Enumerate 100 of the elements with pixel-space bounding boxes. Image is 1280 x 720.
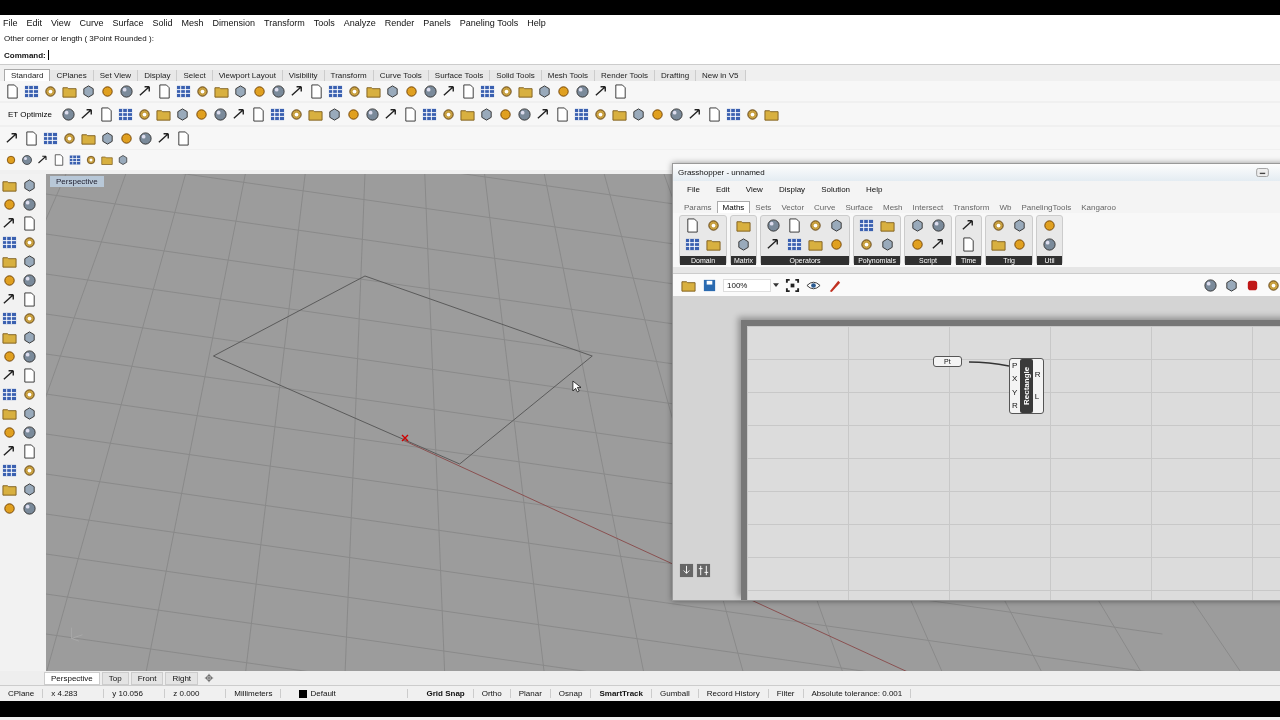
grid-icon[interactable] — [2, 311, 17, 326]
add-viewport-icon[interactable] — [204, 673, 215, 683]
ribbon-tab[interactable]: Curve — [809, 202, 841, 213]
viewport-tab[interactable]: Top — [101, 671, 129, 685]
menu-item[interactable]: Curve — [79, 17, 104, 28]
document-icon[interactable] — [22, 444, 37, 459]
menu-item[interactable]: Paneling Tools — [459, 17, 519, 28]
status-toggle[interactable]: SmartTrack — [591, 689, 653, 698]
menu-item[interactable]: Mesh — [181, 17, 204, 28]
layer-color-swatch[interactable] — [299, 689, 308, 698]
menu-item[interactable]: Help — [866, 185, 883, 194]
menu-item[interactable]: Surface — [112, 17, 144, 28]
viewport-tab[interactable]: Front — [130, 671, 164, 685]
ribbon-tab[interactable]: Params — [679, 202, 717, 213]
status-toggle[interactable]: Record History — [698, 689, 769, 698]
viewport-tab[interactable]: Perspective — [44, 671, 100, 685]
ribbon-tab[interactable]: Sets — [750, 202, 777, 213]
document-icon[interactable] — [22, 216, 37, 231]
menu-item[interactable]: File — [3, 17, 18, 28]
status-toggle[interactable]: Filter — [768, 689, 804, 698]
ribbon-tab[interactable]: PanelingTools — [1016, 202, 1077, 213]
zoom-dropdown[interactable]: 100% — [723, 278, 771, 292]
document-icon[interactable] — [685, 218, 700, 233]
input-port[interactable]: X — [1012, 374, 1018, 385]
menu-item[interactable]: Transform — [264, 17, 305, 28]
menu-item[interactable]: Solid — [152, 17, 173, 28]
grid-icon[interactable] — [2, 387, 17, 402]
input-port[interactable]: R — [1012, 401, 1018, 412]
ribbon-tab[interactable]: Intersect — [907, 202, 949, 213]
zoom-extents-icon[interactable] — [785, 277, 800, 293]
grid-icon[interactable] — [787, 237, 803, 252]
grid-icon[interactable] — [269, 106, 285, 122]
ribbon-tab[interactable]: Kangaroo — [1076, 202, 1121, 213]
document-icon[interactable] — [157, 83, 172, 99]
folder-icon[interactable] — [101, 154, 113, 166]
document-icon[interactable] — [5, 83, 20, 99]
grid-icon[interactable] — [2, 463, 17, 478]
box-icon[interactable] — [537, 83, 552, 99]
save-icon[interactable] — [702, 277, 717, 293]
box-icon[interactable] — [22, 330, 37, 345]
menu-item[interactable]: Edit — [26, 17, 43, 28]
ribbon-tab[interactable]: Surface — [840, 202, 878, 213]
menu-item[interactable]: Tools — [313, 17, 335, 28]
ribbon-tab[interactable]: Wb — [994, 202, 1017, 213]
document-icon[interactable] — [176, 130, 191, 146]
box-icon[interactable] — [385, 83, 400, 99]
download-icon[interactable] — [679, 563, 694, 578]
menu-item[interactable]: View — [745, 185, 763, 194]
ribbon-tab[interactable]: Vector — [776, 202, 810, 213]
menu-item[interactable]: Solution — [821, 185, 851, 194]
box-icon[interactable] — [736, 237, 751, 252]
grid-icon[interactable] — [328, 83, 343, 99]
grid-icon[interactable] — [43, 130, 58, 146]
output-port[interactable]: L — [1034, 391, 1041, 402]
optimize-button[interactable]: ET Optimize — [5, 108, 55, 120]
grid-icon[interactable] — [480, 83, 495, 99]
status-toggle[interactable]: Osnap — [550, 689, 592, 698]
grid-icon[interactable] — [421, 106, 437, 122]
status-toggle[interactable]: Grid Snap — [418, 689, 474, 698]
box-icon[interactable] — [22, 254, 37, 269]
sliders-icon[interactable] — [696, 563, 711, 578]
document-icon[interactable] — [53, 154, 65, 166]
menu-item[interactable]: Help — [527, 17, 546, 28]
ribbon-tab[interactable]: Maths — [716, 201, 751, 213]
document-icon[interactable] — [24, 130, 39, 146]
grid-icon[interactable] — [176, 83, 191, 99]
box-icon[interactable] — [233, 83, 248, 99]
grid-icon[interactable] — [24, 83, 39, 99]
box-icon[interactable] — [100, 130, 115, 146]
status-toggle[interactable]: Planar — [510, 689, 551, 698]
document-icon[interactable] — [613, 83, 628, 99]
ribbon-tab[interactable]: Transform — [948, 202, 995, 213]
box-icon[interactable] — [22, 482, 37, 497]
output-port[interactable]: R — [1034, 370, 1041, 381]
status-toggle[interactable]: Ortho — [473, 689, 511, 698]
viewport-tab[interactable]: Right — [165, 671, 199, 685]
menu-item[interactable]: Edit — [715, 185, 730, 194]
document-icon[interactable] — [22, 368, 37, 383]
menu-item[interactable]: View — [51, 17, 71, 28]
layer-name[interactable]: Default — [310, 689, 336, 698]
grid-icon[interactable] — [2, 235, 17, 250]
menu-item[interactable]: Render — [384, 17, 415, 28]
grid-icon[interactable] — [725, 106, 741, 122]
document-icon[interactable] — [22, 292, 37, 307]
menu-item[interactable]: Dimension — [212, 17, 255, 28]
ribbon-tab[interactable]: Mesh — [878, 202, 908, 213]
menu-item[interactable]: Display — [778, 185, 806, 194]
grid-icon[interactable] — [117, 106, 133, 122]
caret-icon[interactable] — [773, 283, 779, 287]
grid-icon[interactable] — [859, 218, 875, 233]
box-icon[interactable] — [1224, 277, 1239, 293]
document-icon[interactable] — [461, 83, 476, 99]
toolbar-tab[interactable]: Standard — [4, 69, 51, 81]
grid-icon[interactable] — [69, 154, 81, 166]
box-icon[interactable] — [81, 83, 96, 99]
box-icon[interactable] — [117, 154, 129, 166]
menu-item[interactable]: File — [687, 185, 700, 194]
menu-item[interactable]: Panels — [423, 17, 451, 28]
menu-item[interactable]: Analyze — [343, 17, 376, 28]
minimize-icon[interactable] — [1256, 168, 1269, 177]
